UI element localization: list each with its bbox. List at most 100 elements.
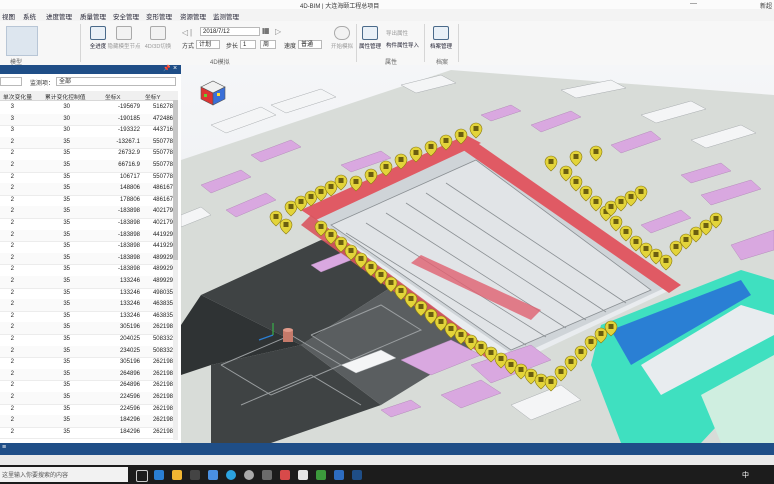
pin-icon[interactable]: 📌 [163,65,170,72]
ime-indicator[interactable]: 中 [742,470,749,480]
table-cell: 489929 [152,254,173,261]
table-cell: 35 [63,150,70,157]
hide-model-node-button[interactable]: 隐藏模型节点 [106,26,142,50]
filter-row: 监测项： 全部 [0,76,181,88]
app-icon-5[interactable] [316,470,326,480]
next-icon[interactable]: ▷ [275,27,281,36]
app-icon-4[interactable] [298,470,308,480]
start-simulation-button[interactable]: 开始模拟 [330,26,354,50]
table-cell: 35 [63,301,70,308]
column-header[interactable]: 坐标X [105,92,120,101]
table-cell: 2 [10,324,14,331]
table-cell: 2 [10,405,14,412]
progress-icon [90,26,106,40]
filter-select-left[interactable] [0,77,22,86]
table-row[interactable]: 2 35 184296 262198 [0,427,178,440]
table-cell: 489929 [152,266,173,273]
table-cell: 262198 [152,394,173,400]
table-cell: 35 [63,336,70,342]
table-cell: 486167 [152,196,173,203]
menu-item-progress[interactable]: 进度管理 [46,11,72,21]
app-icon-6[interactable] [334,470,344,480]
toggle-4d-3d-button[interactable]: 4D/3D切换 [142,26,174,50]
browser-icon[interactable] [226,470,236,480]
minimize-button[interactable]: — [690,0,697,7]
close-icon[interactable]: × [173,65,177,72]
table-cell: 463835 [152,312,173,319]
menu-item-safety[interactable]: 安全管理 [113,11,139,21]
table-cell: 2 [10,231,14,238]
table-cell: 35 [63,231,70,238]
step-unit-select[interactable]: 周 [260,40,276,49]
table-cell: 35 [63,289,70,296]
table-cell: 2 [10,359,14,366]
table-cell: 2 [10,185,14,192]
table-cell: 262198 [152,417,173,424]
table-cell: 2 [10,150,14,157]
table-cell: 35 [63,347,70,354]
archive-management-button[interactable]: 档案管理 [428,26,454,50]
play-icon [334,26,350,40]
date-field[interactable]: 2018/7/12 [200,27,260,36]
attribute-management-button[interactable]: 属性管理 [358,26,382,50]
status-icon: ≡ [2,444,7,451]
chrome-icon[interactable] [244,470,254,480]
bim-scene[interactable] [181,65,774,443]
table-cell: 264896 [119,370,140,377]
app-icon-3[interactable] [280,470,290,480]
table-cell: 2 [10,417,14,424]
bim-3d-viewport[interactable] [181,65,774,443]
table-cell: 66716.9 [118,162,140,168]
menu-item-system[interactable]: 系统 [23,11,36,21]
prev-icon[interactable]: | [190,28,192,37]
table-cell: 550778 [152,162,173,168]
table-cell: 224596 [119,394,140,400]
file-explorer-icon[interactable] [172,470,182,480]
table-cell: 35 [63,162,70,168]
table-cell: 3 [10,127,14,134]
table-cell: 264896 [119,382,140,389]
menu-item-quality[interactable]: 质量管理 [80,11,106,21]
filter-select[interactable]: 全部 [56,77,176,86]
app-icon[interactable] [208,470,218,480]
column-header[interactable]: 单次变化量 [3,92,32,101]
table-cell: 35 [63,173,70,180]
step-label: 步长 [226,44,239,50]
step-back-icon[interactable]: ◁ [182,28,188,37]
table-cell: 26732.9 [118,150,140,157]
scrollbar-thumb[interactable] [173,100,178,260]
menu-item-monitoring[interactable]: 监测管理 [213,11,239,21]
taskbar-search[interactable]: 这里输入你要搜索的内容 [0,467,128,482]
table-cell: 463835 [152,301,173,308]
table-cell: 148806 [119,185,140,192]
app-icon-2[interactable] [262,470,272,480]
table-cell: 133246 [119,289,140,296]
step-input[interactable]: 1 [240,40,256,49]
mode-select[interactable]: 计划 [196,40,220,49]
table-cell: 2 [10,394,14,400]
calendar-icon[interactable]: ▦ [262,26,270,35]
title-bar: 4D-BIM | 大连海颐工程总项目 — 新超 [0,0,774,10]
task-view-icon[interactable] [136,470,148,482]
table-cell: 133246 [119,278,140,284]
table-cell: -183898 [117,266,140,273]
table-cell: 35 [63,324,70,331]
export-attribute-button[interactable]: 导出属性 [386,29,408,37]
menu-item-view[interactable]: 视图 [2,11,15,21]
import-attribute-button[interactable]: 构件属性导入 [386,41,419,49]
menu-item-deformation[interactable]: 变形管理 [146,11,172,21]
menu-item-resources[interactable]: 资源管理 [180,11,206,21]
desktop-gap [0,455,774,465]
bim-app-icon[interactable] [352,470,362,480]
edge-icon[interactable] [154,470,164,480]
column-header[interactable]: 累计变化控制值 [45,92,86,101]
store-icon[interactable] [190,470,200,480]
model-thumbnail[interactable] [6,26,38,56]
table-cell: 2 [10,243,14,250]
table-cell: 2 [10,382,14,389]
table-cell: 35 [63,382,70,389]
table-cell: 35 [63,428,70,435]
column-header[interactable]: 坐标Y [145,92,160,101]
table-cell: 508332 [152,336,173,342]
speed-select[interactable]: 普通 [298,40,322,49]
